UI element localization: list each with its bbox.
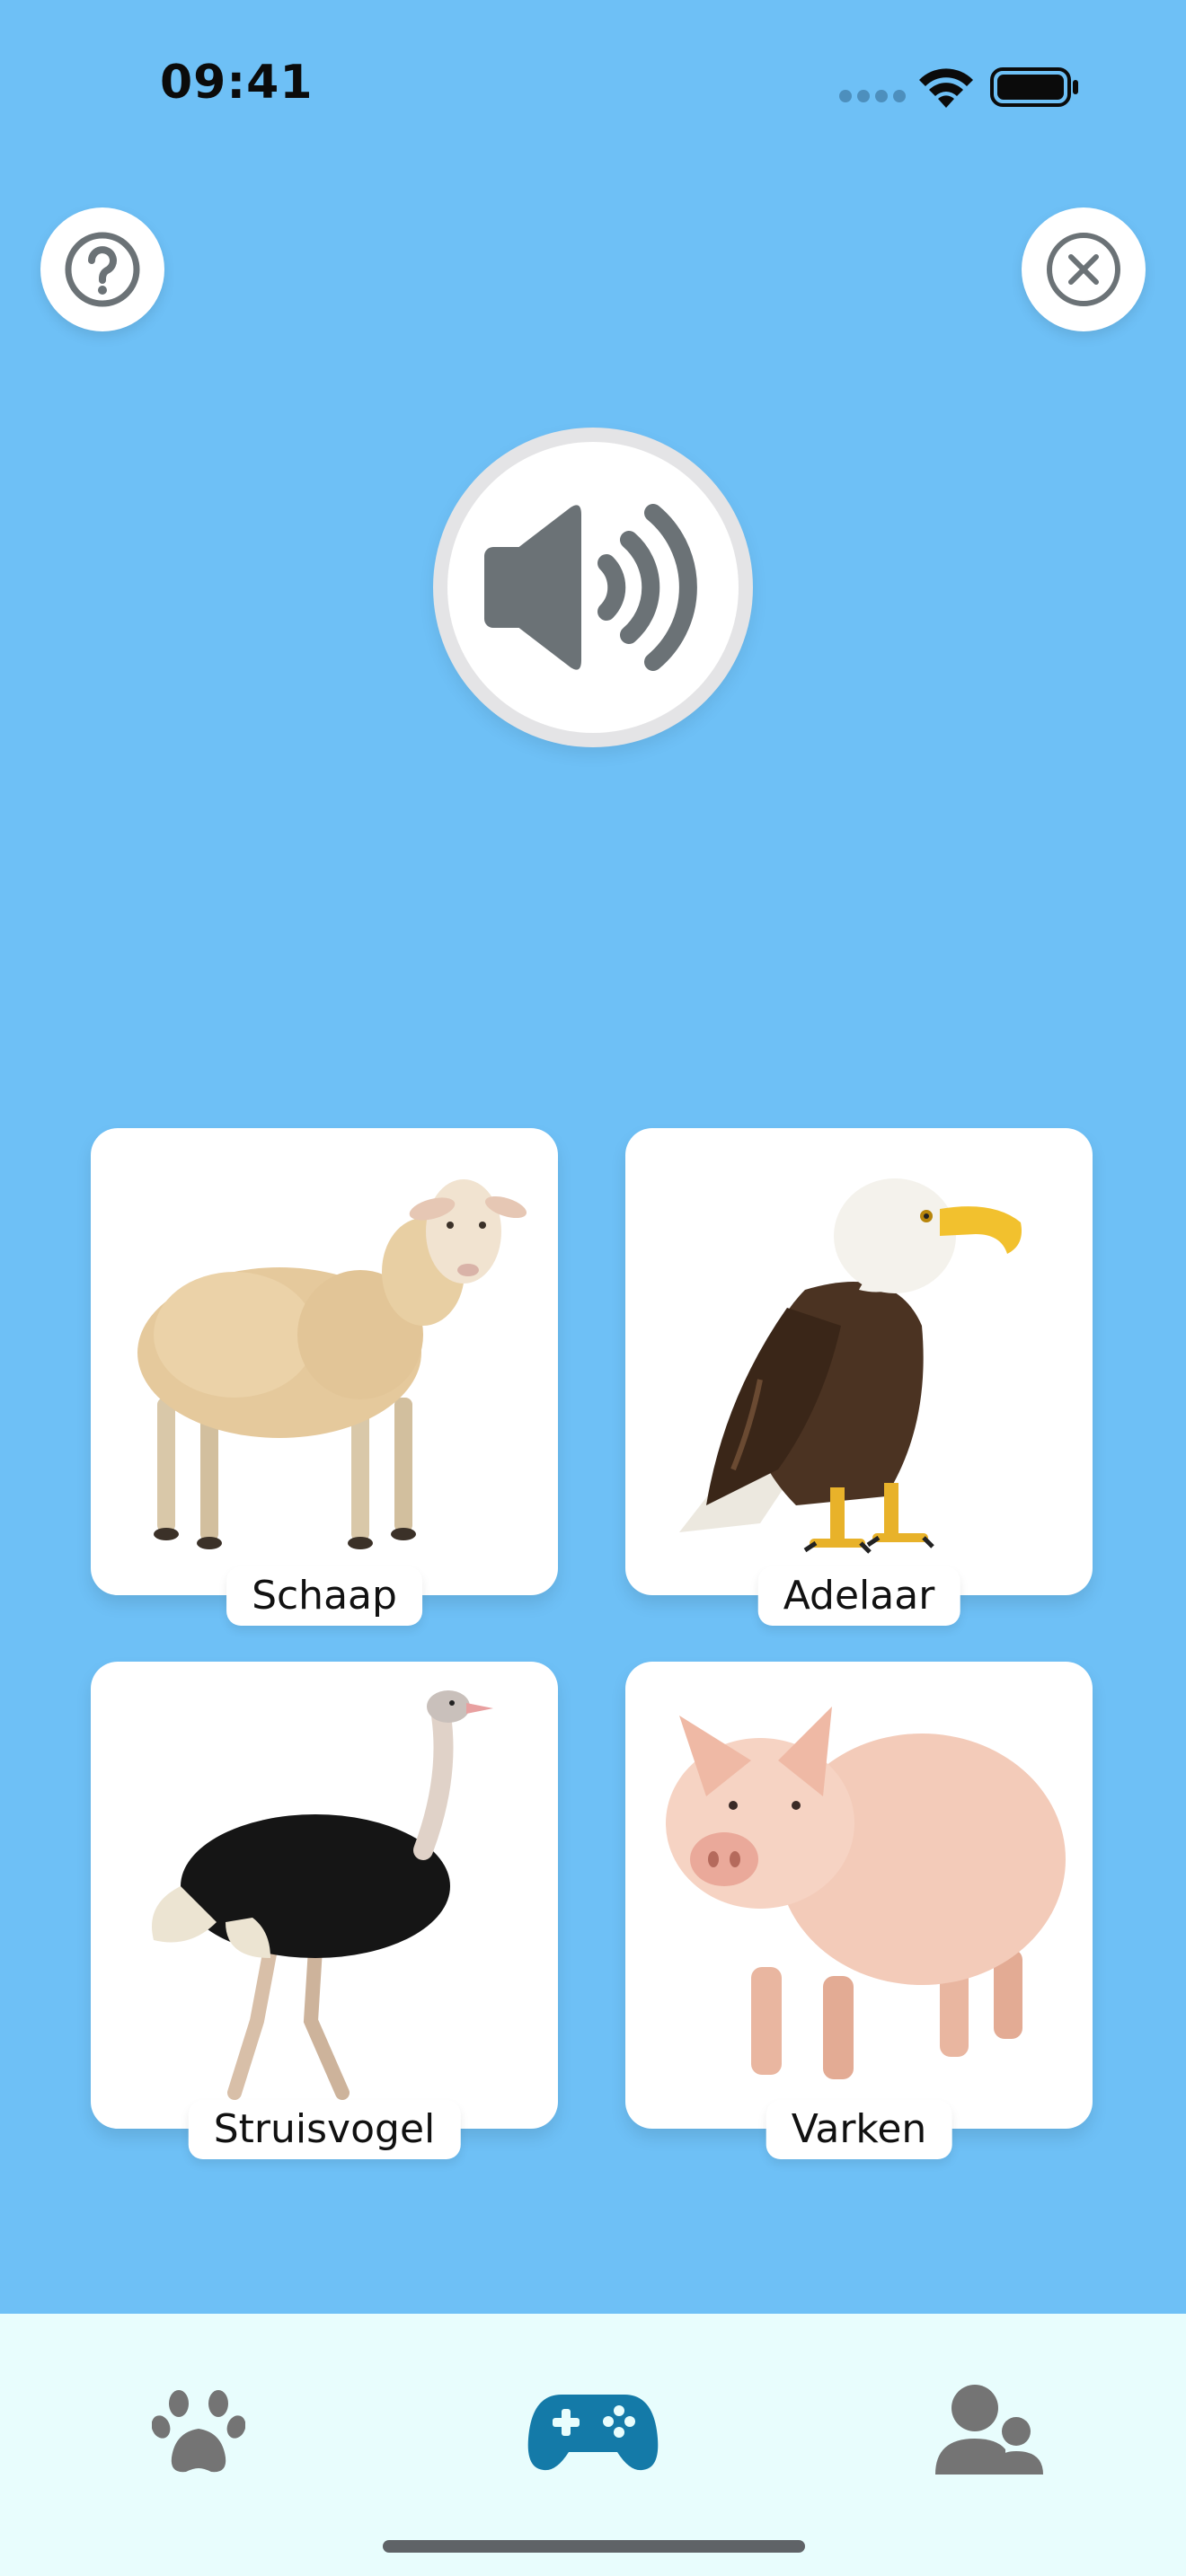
- gamepad-icon: [527, 2395, 659, 2471]
- eagle-image: [679, 1178, 1022, 1554]
- ostrich-image: [152, 1690, 493, 2100]
- choice-label: Struisvogel: [188, 2100, 461, 2159]
- tab-animals[interactable]: [127, 2368, 270, 2493]
- pig-image: [666, 1707, 1066, 2079]
- close-circle-icon: [1047, 233, 1120, 306]
- play-sound-button[interactable]: [433, 428, 753, 747]
- help-button[interactable]: [40, 207, 164, 331]
- choice-label: Adelaar: [757, 1566, 960, 1626]
- choice-label: Schaap: [226, 1566, 422, 1626]
- users-icon: [935, 2385, 1043, 2475]
- choice-card-sheep[interactable]: Schaap: [91, 1128, 558, 1626]
- play-sound-button-face[interactable]: [447, 442, 739, 733]
- sheep-image: [137, 1179, 527, 1549]
- question-circle-icon: [65, 232, 140, 307]
- choice-card-pig[interactable]: Varken: [625, 1662, 1093, 2159]
- home-indicator: [383, 2540, 805, 2553]
- speaker-volume-icon: [484, 504, 697, 671]
- choice-card-ostrich[interactable]: Struisvogel: [91, 1662, 558, 2159]
- close-button[interactable]: [1022, 207, 1146, 331]
- tab-bar: [0, 2314, 1186, 2576]
- choice-label: Varken: [766, 2100, 952, 2159]
- wifi-icon: [919, 68, 973, 108]
- battery-icon: [990, 67, 1078, 107]
- status-time: 09:41: [160, 56, 314, 110]
- paw-icon: [152, 2390, 245, 2473]
- tab-profile[interactable]: [917, 2368, 1061, 2493]
- choice-card-eagle[interactable]: Adelaar: [625, 1128, 1093, 1626]
- status-bar: 09:41: [0, 0, 1186, 171]
- cellular-signal-icon: [839, 90, 906, 102]
- tab-games[interactable]: [521, 2368, 665, 2493]
